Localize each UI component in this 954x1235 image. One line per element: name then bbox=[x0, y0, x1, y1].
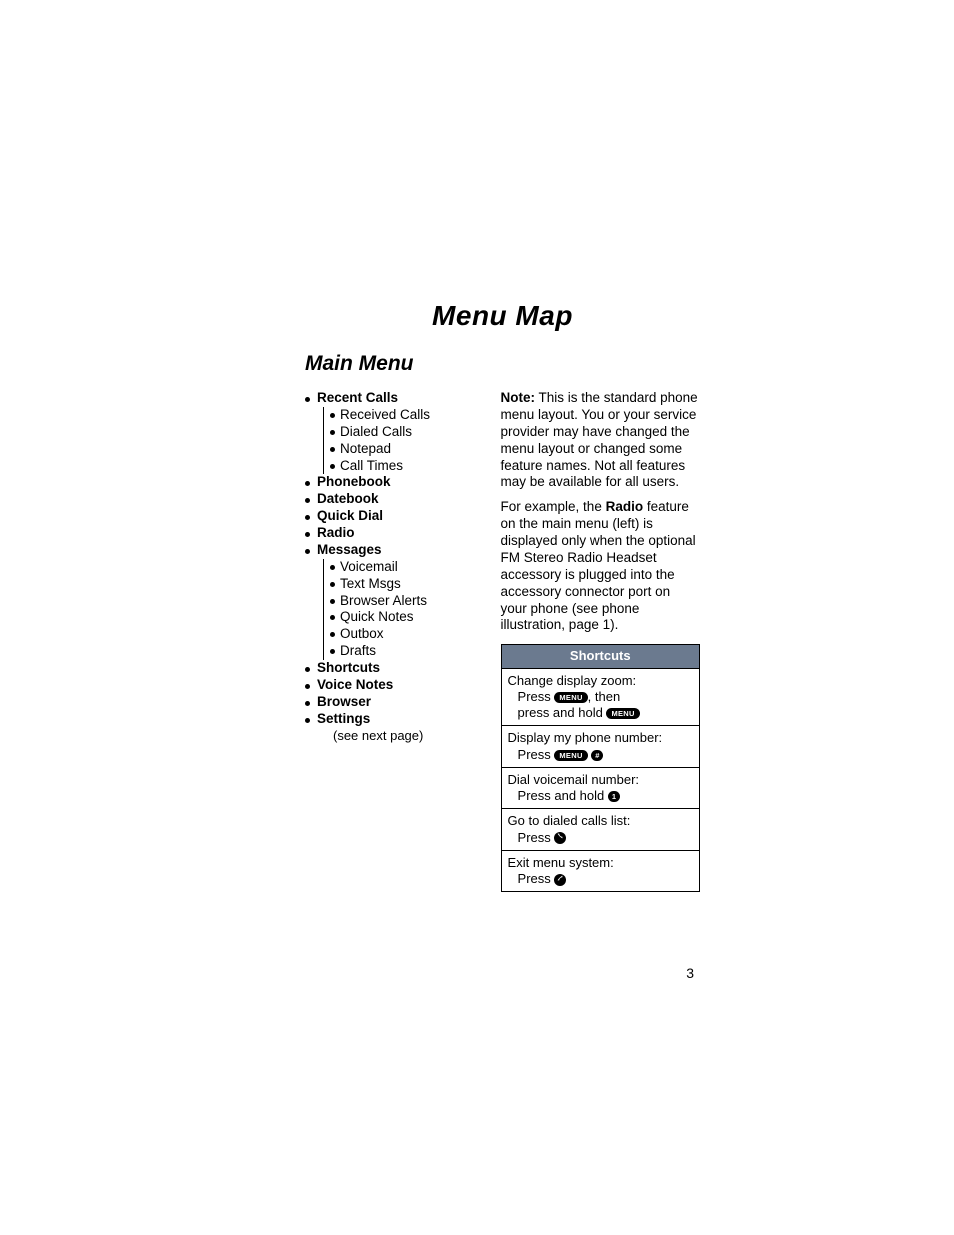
menu-item-shortcuts: Shortcuts bbox=[305, 660, 481, 677]
shortcut-row-phone-number: Display my phone number: Press MENU # bbox=[501, 726, 699, 768]
shortcut-title: Display my phone number: bbox=[508, 730, 663, 745]
menu-label: Text Msgs bbox=[340, 576, 401, 591]
menu-item-call-times: Call Times bbox=[334, 458, 481, 475]
menu-label: Voice Notes bbox=[317, 677, 393, 692]
menu-item-received-calls: Received Calls bbox=[334, 407, 481, 424]
menu-label: Datebook bbox=[317, 491, 379, 506]
menu-item-notepad: Notepad bbox=[334, 441, 481, 458]
menu-label: Dialed Calls bbox=[340, 424, 412, 439]
document-page: Menu Map Main Menu Recent Calls Received… bbox=[0, 0, 954, 1235]
shortcut-text: Press and hold bbox=[518, 788, 608, 803]
shortcut-title: Go to dialed calls list: bbox=[508, 813, 631, 828]
send-key-icon bbox=[554, 832, 566, 844]
note-label: Note: bbox=[501, 390, 536, 405]
menu-item-quick-dial: Quick Dial bbox=[305, 508, 481, 525]
menu-item-voicemail: Voicemail bbox=[334, 559, 481, 576]
menu-tree-column: Recent Calls Received Calls Dialed Calls… bbox=[305, 390, 481, 892]
page-title: Menu Map bbox=[305, 300, 700, 332]
settings-see-next-page: (see next page) bbox=[305, 728, 481, 744]
shortcut-row-dialed-list: Go to dialed calls list: Press bbox=[501, 809, 699, 851]
menu-label: Received Calls bbox=[340, 407, 430, 422]
shortcut-row-exit-menu: Exit menu system: Press bbox=[501, 850, 699, 892]
shortcut-text: press and hold bbox=[518, 705, 607, 720]
note-text: feature on the main menu (left) is displ… bbox=[501, 499, 696, 632]
menu-label: Radio bbox=[317, 525, 355, 540]
menu-item-text-msgs: Text Msgs bbox=[334, 576, 481, 593]
note-paragraph-1: Note: This is the standard phone menu la… bbox=[501, 390, 700, 491]
menu-label: Drafts bbox=[340, 643, 376, 658]
page-number: 3 bbox=[686, 965, 694, 981]
menu-label: Browser Alerts bbox=[340, 593, 427, 608]
menu-item-messages: Messages Voicemail Text Msgs Browser Ale… bbox=[305, 542, 481, 660]
note-paragraph-2: For example, the Radio feature on the ma… bbox=[501, 499, 700, 634]
menu-item-recent-calls: Recent Calls Received Calls Dialed Calls… bbox=[305, 390, 481, 474]
menu-tree: Recent Calls Received Calls Dialed Calls… bbox=[305, 390, 481, 728]
shortcut-text: , then bbox=[588, 689, 621, 704]
menu-label: Shortcuts bbox=[317, 660, 380, 675]
shortcut-title: Exit menu system: bbox=[508, 855, 614, 870]
menu-key-icon: MENU bbox=[554, 750, 587, 761]
menu-item-browser-alerts: Browser Alerts bbox=[334, 593, 481, 610]
shortcut-text: Press bbox=[518, 747, 555, 762]
menu-label: Voicemail bbox=[340, 559, 398, 574]
end-key-icon bbox=[554, 874, 566, 886]
shortcut-text: Press bbox=[518, 871, 555, 886]
hash-key-icon: # bbox=[591, 750, 603, 761]
menu-item-datebook: Datebook bbox=[305, 491, 481, 508]
menu-item-voice-notes: Voice Notes bbox=[305, 677, 481, 694]
right-column: Note: This is the standard phone menu la… bbox=[501, 390, 700, 892]
menu-label: Phonebook bbox=[317, 474, 391, 489]
shortcut-text: Press bbox=[518, 689, 555, 704]
shortcut-title: Change display zoom: bbox=[508, 673, 637, 688]
content-area: Menu Map Main Menu Recent Calls Received… bbox=[305, 300, 700, 892]
menu-item-drafts: Drafts bbox=[334, 643, 481, 660]
menu-item-radio: Radio bbox=[305, 525, 481, 542]
menu-item-browser: Browser bbox=[305, 694, 481, 711]
shortcut-title: Dial voicemail number: bbox=[508, 772, 640, 787]
menu-item-outbox: Outbox bbox=[334, 626, 481, 643]
two-column-layout: Recent Calls Received Calls Dialed Calls… bbox=[305, 390, 700, 892]
menu-label: Browser bbox=[317, 694, 371, 709]
menu-key-icon: MENU bbox=[606, 708, 639, 719]
menu-item-quick-notes: Quick Notes bbox=[334, 609, 481, 626]
shortcut-row-voicemail: Dial voicemail number: Press and hold 1 bbox=[501, 767, 699, 809]
menu-key-icon: MENU bbox=[554, 692, 587, 703]
shortcuts-header: Shortcuts bbox=[501, 645, 699, 668]
menu-label: Quick Notes bbox=[340, 609, 414, 624]
note-text: For example, the bbox=[501, 499, 606, 514]
shortcut-row-zoom: Change display zoom: Press MENU, then pr… bbox=[501, 668, 699, 726]
menu-label: Messages bbox=[317, 542, 382, 557]
one-key-icon: 1 bbox=[608, 791, 620, 802]
menu-item-phonebook: Phonebook bbox=[305, 474, 481, 491]
menu-label: Quick Dial bbox=[317, 508, 383, 523]
menu-label: Outbox bbox=[340, 626, 384, 641]
menu-label: Notepad bbox=[340, 441, 391, 456]
shortcuts-table: Shortcuts Change display zoom: Press MEN… bbox=[501, 644, 700, 892]
note-bold-radio: Radio bbox=[606, 499, 644, 514]
section-heading: Main Menu bbox=[305, 352, 700, 376]
menu-label: Settings bbox=[317, 711, 370, 726]
menu-item-settings: Settings bbox=[305, 711, 481, 728]
shortcut-text: Press bbox=[518, 830, 555, 845]
menu-label: Call Times bbox=[340, 458, 403, 473]
menu-item-dialed-calls: Dialed Calls bbox=[334, 424, 481, 441]
menu-label: Recent Calls bbox=[317, 390, 398, 405]
